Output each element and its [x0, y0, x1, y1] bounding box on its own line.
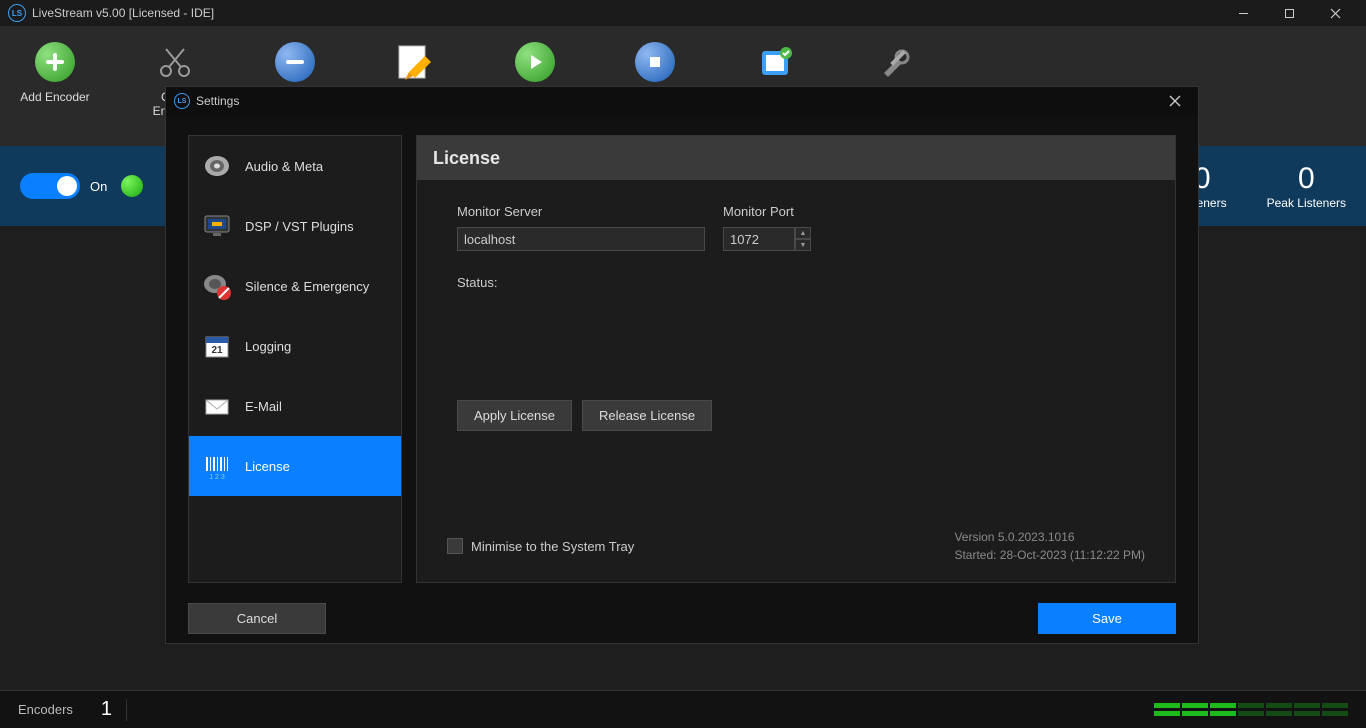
- dialog-close-button[interactable]: [1160, 91, 1190, 111]
- sidebar-item-logging[interactable]: 21 Logging: [189, 316, 401, 376]
- cancel-button[interactable]: Cancel: [188, 603, 326, 634]
- sidebar-item-label: Audio & Meta: [245, 159, 323, 174]
- minimise-label: Minimise to the System Tray: [471, 539, 634, 554]
- port-spin-up[interactable]: ▲: [795, 227, 811, 239]
- on-toggle[interactable]: [20, 173, 80, 199]
- settings-dialog: LS Settings Audio & Meta DSP / VST Plugi…: [165, 86, 1199, 644]
- sidebar-item-label: E-Mail: [245, 399, 282, 414]
- minimize-button[interactable]: [1220, 0, 1266, 26]
- title-bar: LS LiveStream v5.00 [Licensed - IDE]: [0, 0, 1366, 26]
- play-button[interactable]: [500, 42, 570, 82]
- port-spin-down[interactable]: ▼: [795, 239, 811, 251]
- stop-button[interactable]: [620, 42, 690, 82]
- minimise-checkbox[interactable]: [447, 538, 463, 554]
- separator: [126, 699, 127, 721]
- sidebar-item-label: Silence & Emergency: [245, 279, 369, 294]
- minus-icon: [284, 51, 306, 73]
- on-label: On: [90, 179, 107, 194]
- encoders-count: 1: [101, 698, 112, 721]
- status-indicator-icon: [121, 175, 143, 197]
- sidebar-item-label: DSP / VST Plugins: [245, 219, 354, 234]
- encoders-label: Encoders: [18, 702, 73, 717]
- pencil-icon: [395, 42, 435, 82]
- scissors-icon: [155, 42, 195, 82]
- monitor-port-input[interactable]: [723, 227, 795, 251]
- mail-icon: [201, 390, 233, 422]
- notebook-icon: [755, 42, 795, 82]
- svg-text:1 2 3: 1 2 3: [209, 474, 225, 481]
- sidebar-item-silence-emergency[interactable]: Silence & Emergency: [189, 256, 401, 316]
- monitor-port-label: Monitor Port: [723, 204, 811, 219]
- sidebar-item-audio-meta[interactable]: Audio & Meta: [189, 136, 401, 196]
- sidebar-item-label: License: [245, 459, 290, 474]
- add-encoder-button[interactable]: Add Encoder: [20, 42, 90, 104]
- maximize-button[interactable]: [1266, 0, 1312, 26]
- calendar-icon: 21: [201, 330, 233, 362]
- dialog-footer: Cancel Save: [166, 593, 1198, 643]
- monitor-server-input[interactable]: [457, 227, 705, 251]
- plus-icon: [44, 51, 66, 73]
- log-button[interactable]: [740, 42, 810, 82]
- version-info: Version 5.0.2023.1016 Started: 28-Oct-20…: [954, 528, 1145, 564]
- release-license-button[interactable]: Release License: [582, 400, 712, 431]
- status-label: Status:: [457, 275, 1135, 290]
- settings-content: License Monitor Server Monitor Port ▲ ▼: [416, 135, 1176, 583]
- monitor-server-label: Monitor Server: [457, 204, 705, 219]
- settings-sidebar: Audio & Meta DSP / VST Plugins Silence &…: [188, 135, 402, 583]
- sidebar-item-license[interactable]: 1 2 3 License: [189, 436, 401, 496]
- peak-listeners-stat: 0 Peak Listeners: [1267, 162, 1346, 210]
- tools-button[interactable]: [860, 42, 930, 82]
- app-logo-icon: LS: [174, 93, 190, 109]
- save-button[interactable]: Save: [1038, 603, 1176, 634]
- bottom-bar: Encoders 1: [0, 690, 1366, 728]
- svg-text:21: 21: [211, 345, 223, 356]
- meter-left: [1154, 703, 1348, 708]
- sidebar-item-dsp-vst[interactable]: DSP / VST Plugins: [189, 196, 401, 256]
- content-heading: License: [417, 136, 1175, 180]
- level-meters: [1154, 703, 1348, 716]
- barcode-icon: 1 2 3: [201, 450, 233, 482]
- wrench-screwdriver-icon: [875, 42, 915, 82]
- dialog-title-bar: LS Settings: [166, 87, 1198, 115]
- meter-right: [1154, 711, 1348, 716]
- sidebar-item-email[interactable]: E-Mail: [189, 376, 401, 436]
- edit-button[interactable]: [380, 42, 450, 82]
- silence-icon: [201, 270, 233, 302]
- close-button[interactable]: [1312, 0, 1358, 26]
- apply-license-button[interactable]: Apply License: [457, 400, 572, 431]
- app-logo-icon: LS: [8, 4, 26, 22]
- remove-encoder-button[interactable]: [260, 42, 330, 82]
- window-title: LiveStream v5.00 [Licensed - IDE]: [32, 6, 1220, 20]
- speaker-icon: [201, 150, 233, 182]
- dialog-title: Settings: [196, 94, 1160, 108]
- stop-icon: [644, 51, 666, 73]
- play-icon: [524, 51, 546, 73]
- sidebar-item-label: Logging: [245, 339, 291, 354]
- monitor-icon: [201, 210, 233, 242]
- toolbar-label: Add Encoder: [20, 90, 89, 104]
